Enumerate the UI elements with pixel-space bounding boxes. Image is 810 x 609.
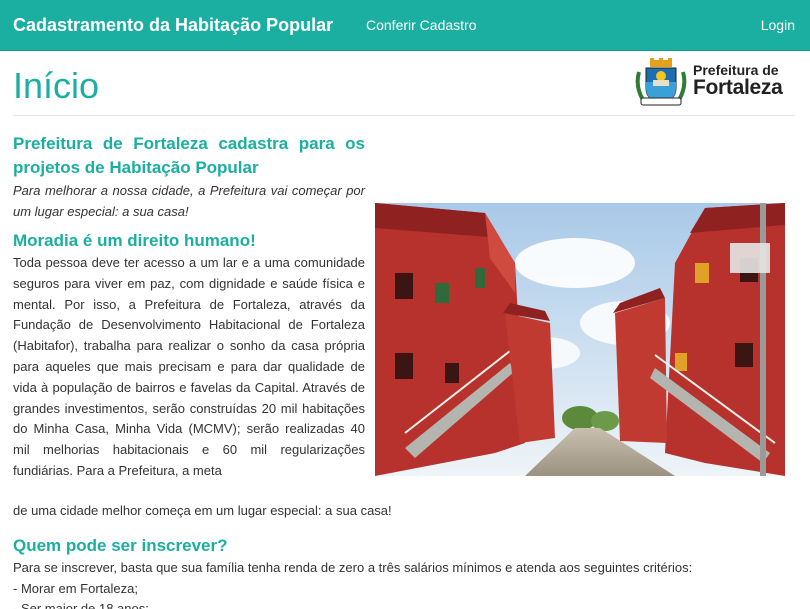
housing-buildings-image	[375, 203, 785, 476]
intro-subtitle: Para melhorar a nossa cidade, a Prefeitu…	[13, 183, 365, 219]
page-title: Início	[13, 65, 100, 106]
header-divider	[13, 115, 795, 116]
inscricao-heading: Quem pode ser inscrever?	[13, 536, 228, 555]
intro-column: Prefeitura de Fortaleza cadastra para os…	[13, 132, 365, 482]
navbar-brand[interactable]: Cadastramento da Habitação Popular	[13, 15, 333, 36]
fortaleza-crest-icon	[635, 58, 687, 106]
inscricao-section: Quem pode ser inscrever? Para se inscrev…	[13, 534, 795, 609]
login-link[interactable]: Login	[761, 17, 795, 33]
top-navbar: Cadastramento da Habitação Popular Confe…	[0, 0, 810, 51]
moradia-heading: Moradia é um direito humano!	[13, 231, 256, 250]
prefeitura-logo: Prefeitura de Fortaleza	[633, 58, 795, 108]
inscricao-intro: Para se inscrever, basta que sua família…	[13, 560, 693, 575]
criteria-item: - Ser maior de 18 anos;	[13, 601, 149, 609]
intro-heading: Prefeitura de Fortaleza cadastra para os…	[13, 134, 365, 177]
moradia-paragraph: Toda pessoa deve ter acesso a um lar e a…	[13, 255, 365, 478]
criteria-item: - Morar em Fortaleza;	[13, 580, 138, 596]
moradia-paragraph-tail: de uma cidade melhor começa em um lugar …	[13, 503, 392, 518]
conferir-cadastro-link[interactable]: Conferir Cadastro	[366, 17, 477, 33]
logo-text-fortaleza: Fortaleza	[693, 76, 783, 99]
housing-photo	[375, 203, 785, 476]
